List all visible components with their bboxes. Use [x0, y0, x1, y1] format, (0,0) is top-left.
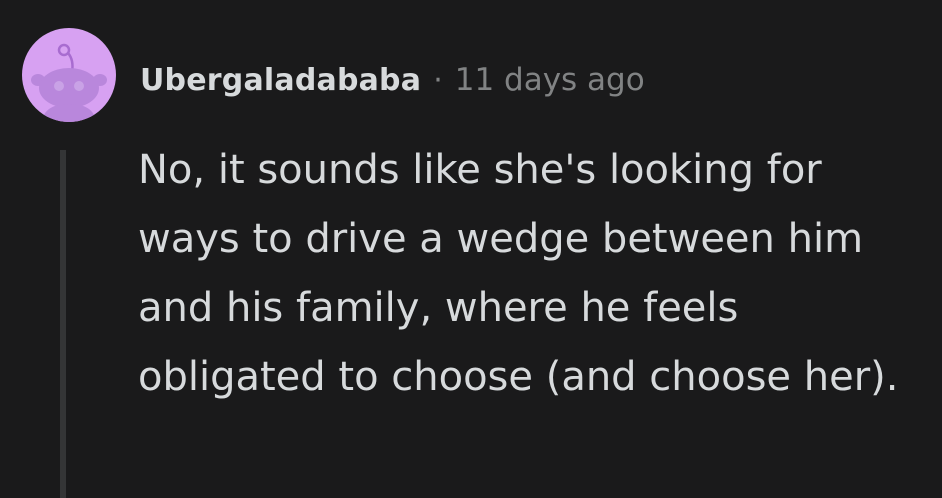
- user-avatar[interactable]: [22, 28, 116, 122]
- comment-meta: Ubergaladababa · 11 days ago: [140, 58, 645, 102]
- comment-body: No, it sounds like she's looking for way…: [138, 147, 899, 400]
- snoo-avatar-icon: [31, 43, 107, 122]
- meta-separator: ·: [433, 62, 443, 98]
- author-username[interactable]: Ubergaladababa: [140, 63, 421, 98]
- comment-timestamp[interactable]: 11 days ago: [455, 62, 645, 98]
- thread-collapse-line[interactable]: [60, 150, 66, 498]
